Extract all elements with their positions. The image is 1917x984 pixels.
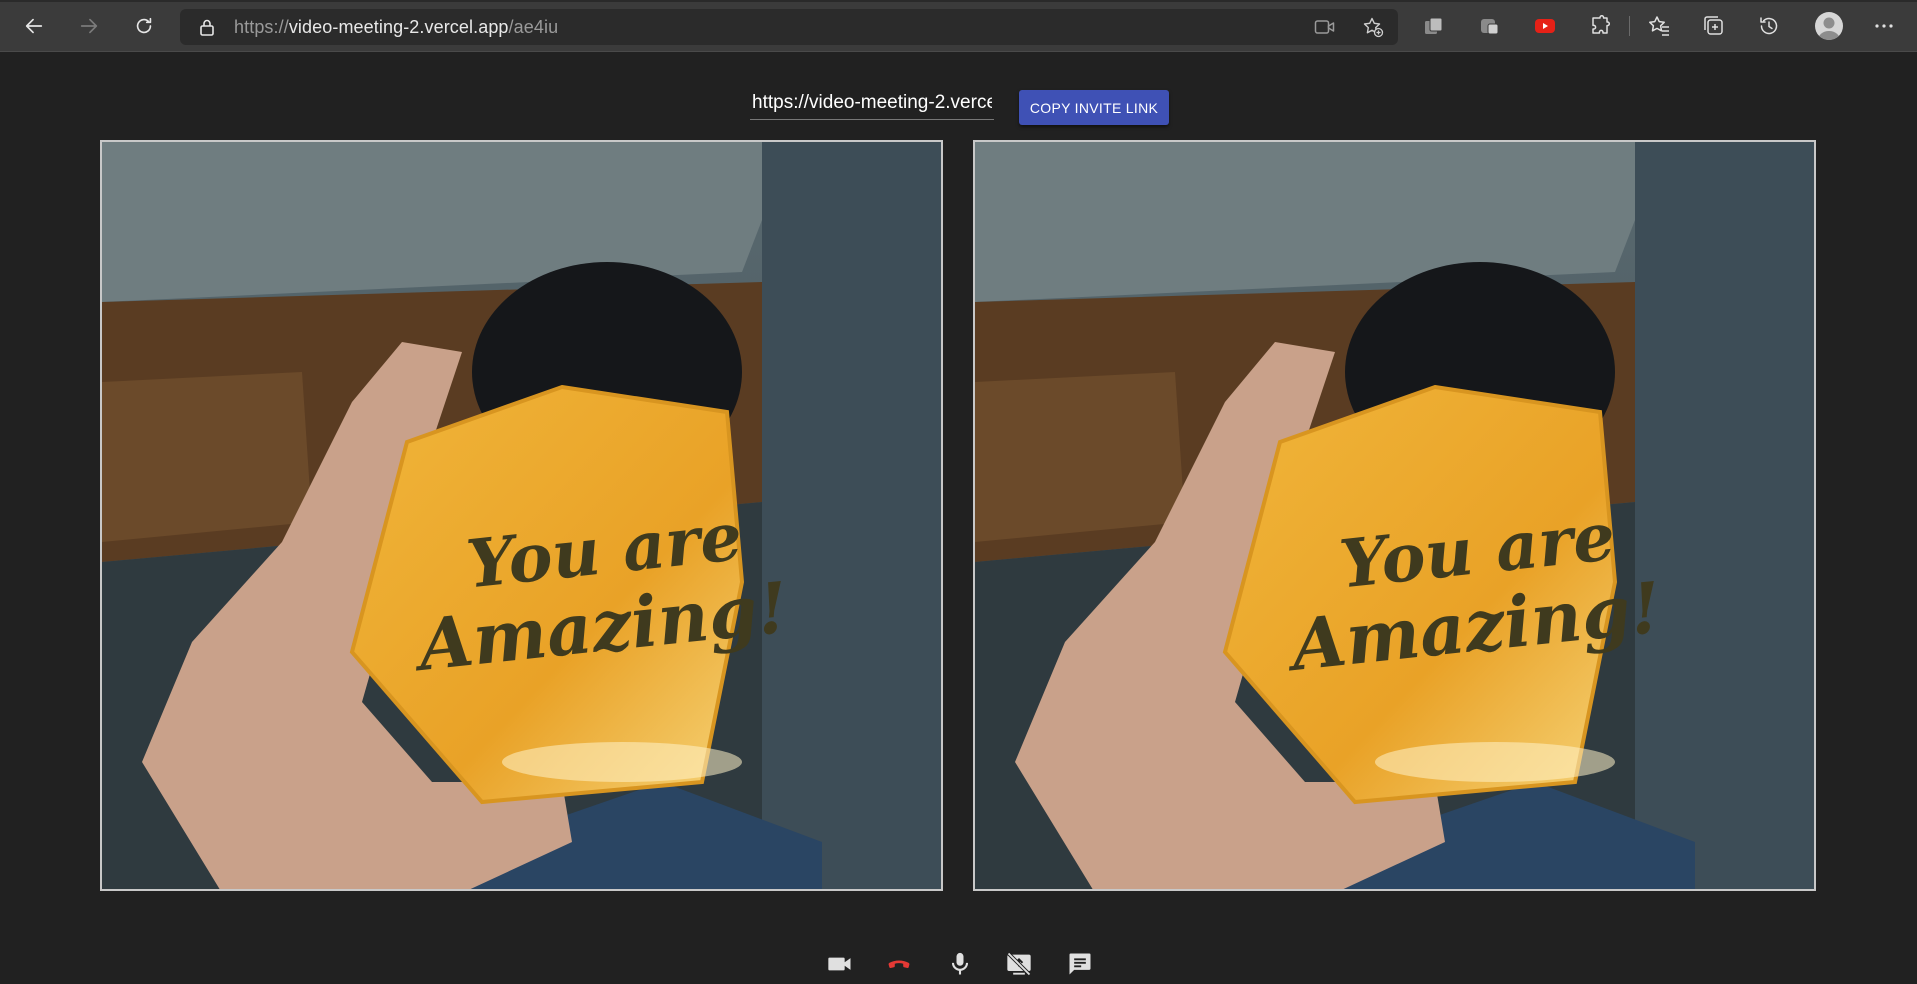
collections-icon (1425, 17, 1443, 34)
collections-add-icon (1704, 16, 1723, 35)
favorites-icon (1649, 16, 1669, 36)
extensions-button[interactable] (1588, 14, 1612, 38)
youtube-extension-icon (1535, 19, 1555, 33)
history-button[interactable] (1757, 14, 1781, 38)
profile-button[interactable] (1815, 12, 1843, 40)
url-text[interactable]: https://video-meeting-2.vercel.app/ae4iu (234, 17, 558, 38)
plate-caption: You are Amazing! (415, 497, 792, 687)
toggle-mic-button[interactable] (945, 949, 975, 979)
video-frame-image (975, 142, 1814, 889)
toggle-camera-button[interactable] (825, 949, 855, 979)
videocam-icon (828, 957, 851, 971)
address-bar[interactable]: https://video-meeting-2.vercel.app/ae4iu (180, 9, 1398, 45)
tab-strip-edge (0, 0, 1917, 2)
url-path: /ae4iu (508, 17, 559, 37)
browser-toolbar: https://video-meeting-2.vercel.app/ae4iu (0, 0, 1917, 52)
chat-icon (1069, 953, 1091, 975)
end-call-button[interactable] (884, 949, 914, 979)
url-prefix: https:// (234, 17, 289, 37)
more-icon (1875, 24, 1893, 28)
history-icon (1760, 17, 1778, 35)
screen-share-off-icon (1007, 952, 1031, 976)
more-button[interactable] (1872, 14, 1896, 38)
video-frame-image (102, 142, 941, 889)
reload-button[interactable] (126, 8, 162, 44)
invite-link-input[interactable] (750, 86, 994, 120)
camera-in-use-icon[interactable] (1314, 17, 1336, 37)
remote-video[interactable]: You are Amazing! (973, 140, 1816, 891)
toolbar-divider (1629, 16, 1630, 36)
back-button[interactable] (16, 8, 52, 44)
copy-invite-link-button[interactable]: COPY INVITE LINK (1019, 90, 1169, 125)
profile-icon (1818, 17, 1840, 40)
chat-button[interactable] (1065, 949, 1095, 979)
lock-icon[interactable] (197, 17, 217, 37)
plate-caption: You are Amazing! (1288, 497, 1665, 687)
local-video[interactable]: You are Amazing! (100, 140, 943, 891)
forward-arrow-icon (80, 18, 98, 34)
url-host: video-meeting-2.vercel.app (288, 17, 509, 37)
collections-add-button[interactable] (1702, 14, 1726, 38)
favorites-button[interactable] (1647, 14, 1671, 38)
extensions-icon (1592, 14, 1611, 34)
reload-icon (136, 17, 152, 34)
add-favorite-icon[interactable] (1362, 16, 1384, 38)
call-end-icon (888, 960, 910, 968)
collections-button[interactable] (1422, 14, 1446, 38)
screen-share-button[interactable] (1004, 949, 1034, 979)
back-arrow-icon (25, 18, 43, 34)
tracking-icon (1481, 19, 1499, 35)
forward-button[interactable] (71, 8, 107, 44)
mic-icon (951, 952, 969, 975)
tracking-prevention-button[interactable] (1478, 14, 1502, 38)
youtube-extension-button[interactable] (1533, 14, 1557, 38)
